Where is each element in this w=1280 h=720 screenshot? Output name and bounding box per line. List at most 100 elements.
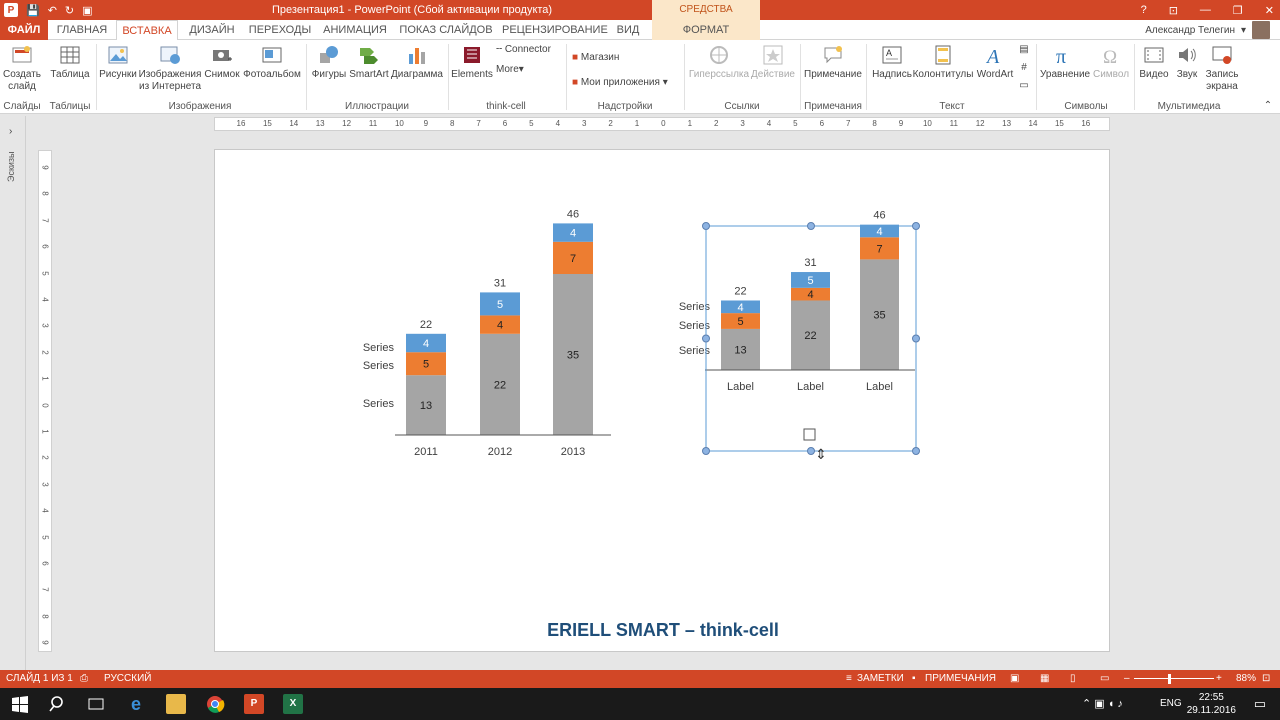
windows-start-icon[interactable] <box>10 694 30 714</box>
more-button[interactable]: More▾ <box>496 64 546 76</box>
ruler-tick-label: 8 <box>40 191 50 197</box>
zoom-out-button[interactable]: – <box>1124 673 1130 684</box>
zoom-in-button[interactable]: + <box>1216 673 1222 684</box>
tab-insert[interactable]: ВСТАВКА <box>116 20 178 41</box>
ruler-tick-label: 1 <box>634 119 640 128</box>
resize-handle[interactable] <box>702 334 710 343</box>
resize-handle[interactable] <box>912 334 920 343</box>
zoom-slider-thumb[interactable] <box>1168 674 1171 684</box>
tab-slideshow[interactable]: ПОКАЗ СЛАЙДОВ <box>396 20 496 40</box>
language-indicator[interactable]: РУССКИЙ <box>104 673 151 684</box>
screenshot-button[interactable]: Снимок <box>202 44 242 81</box>
tab-view[interactable]: ВИД <box>608 20 648 40</box>
tab-transitions[interactable]: ПЕРЕХОДЫ <box>246 20 314 40</box>
object-button[interactable]: ▭ <box>1016 80 1032 92</box>
chrome-icon[interactable] <box>205 694 225 714</box>
notes-button[interactable]: ЗАМЕТКИ <box>857 673 904 684</box>
resize-handle[interactable] <box>807 222 815 230</box>
video-button[interactable]: Видео <box>1136 44 1172 81</box>
vertical-ruler[interactable]: 9 8 7 6 5 4 3 2 1 0 1 2 3 4 5 6 7 8 9 <box>38 150 52 652</box>
slideshow-icon[interactable]: ▣ <box>82 4 92 17</box>
tab-home[interactable]: ГЛАВНАЯ <box>52 20 112 40</box>
textbox-button[interactable]: A Надпись <box>870 44 914 81</box>
clock[interactable]: 22:55 29.11.2016 <box>1187 691 1236 717</box>
slide-counter: СЛАЙД 1 ИЗ 1 <box>6 673 73 684</box>
chart-button[interactable]: Диаграмма <box>390 44 444 81</box>
reading-view-icon[interactable]: ▯ <box>1070 673 1076 684</box>
wordart-button[interactable]: A WordArt <box>974 44 1016 81</box>
svg-text:π: π <box>1056 46 1066 66</box>
undo-icon[interactable]: ↶ <box>48 4 57 17</box>
chart-2-data-label: 7 <box>876 243 882 255</box>
resize-handle[interactable] <box>912 222 920 230</box>
minimize-button[interactable]: — <box>1200 4 1211 16</box>
close-button[interactable]: ✕ <box>1265 4 1274 17</box>
resize-handle[interactable] <box>702 222 710 230</box>
pictures-button[interactable]: Рисунки <box>98 44 138 81</box>
powerpoint-taskbar-icon[interactable]: P <box>244 694 264 714</box>
search-icon[interactable] <box>48 694 68 714</box>
file-explorer-icon[interactable] <box>166 694 186 714</box>
chart-2-data-label: 4 <box>807 289 813 301</box>
tab-design[interactable]: ДИЗАЙН <box>184 20 240 40</box>
tab-animations[interactable]: АНИМАЦИЯ <box>320 20 390 40</box>
new-slide-button[interactable]: Создать слайд <box>2 44 42 93</box>
title-bar: P 💾 ↶ ↻ ▣ Презентация1 - PowerPoint (Сбо… <box>0 0 1280 35</box>
comments-button[interactable]: ПРИМЕЧАНИЯ <box>925 673 996 684</box>
ribbon-display-icon[interactable]: ⊡ <box>1169 4 1178 17</box>
table-button[interactable]: Таблица <box>48 44 92 81</box>
save-icon[interactable]: 💾 <box>26 4 40 17</box>
comment-button[interactable]: Примечание <box>802 44 864 81</box>
tray-icons[interactable]: ⌃ ▣ ◖ ♪ <box>1082 697 1123 710</box>
tab-review[interactable]: РЕЦЕНЗИРОВАНИЕ <box>502 20 608 40</box>
excel-taskbar-icon[interactable]: X <box>283 694 303 714</box>
slideshow-view-icon[interactable]: ▭ <box>1100 673 1109 684</box>
symbol-button[interactable]: Ω Символ <box>1090 44 1132 81</box>
screen-recording-button[interactable]: Запись экрана <box>1202 44 1242 93</box>
elements-button[interactable]: Elements <box>450 44 494 81</box>
task-view-icon[interactable] <box>86 694 106 714</box>
audio-button[interactable]: Звук <box>1172 44 1202 81</box>
slide-footer-title[interactable]: ERIELL SMART – think-cell <box>215 620 1111 641</box>
notifications-icon[interactable]: ▭ <box>1254 696 1266 712</box>
help-icon[interactable]: ? <box>1141 4 1147 16</box>
comment-icon <box>824 46 842 64</box>
shapes-button[interactable]: Фигуры <box>310 44 348 81</box>
restore-button[interactable]: ❐ <box>1233 4 1243 17</box>
zoom-slider[interactable] <box>1134 678 1214 679</box>
fit-slide-icon[interactable]: ⊡ <box>1262 673 1270 684</box>
object-icon: ▭ <box>1019 80 1029 91</box>
my-apps-button[interactable]: ■ Мои приложения ▾ <box>572 77 682 89</box>
photo-album-icon <box>262 47 282 63</box>
equation-button[interactable]: π Уравнение <box>1040 44 1090 81</box>
connector-button[interactable]: ╌ Connector <box>496 44 560 56</box>
divider <box>1134 44 1135 110</box>
header-footer-button[interactable]: Колонтитулы <box>912 44 974 81</box>
online-pictures-button[interactable]: Изображения из Интернета <box>138 44 202 93</box>
user-account[interactable]: Александр Телегин ▾ <box>1145 20 1270 40</box>
hyperlink-button[interactable]: Гиперссылка <box>688 44 750 81</box>
date-time-button[interactable]: ▤ <box>1016 44 1032 56</box>
collapse-ribbon-icon[interactable]: ⌃ <box>1262 100 1274 112</box>
tab-format[interactable]: ФОРМАТ <box>652 20 760 40</box>
resize-handle[interactable] <box>807 447 815 455</box>
zoom-level[interactable]: 88% <box>1236 673 1256 684</box>
notes-icon: ≡ <box>846 673 852 684</box>
resize-handle[interactable] <box>702 447 710 455</box>
store-button[interactable]: ■ Магазин <box>572 52 642 64</box>
action-button[interactable]: Действие <box>750 44 796 81</box>
chart-options-icon[interactable] <box>803 428 816 441</box>
smartart-button[interactable]: SmartArt <box>348 44 390 81</box>
edge-browser-icon[interactable]: e <box>126 694 146 714</box>
slide-number-button[interactable]: # <box>1016 62 1032 74</box>
spellcheck-icon[interactable]: ⎙ <box>80 673 88 684</box>
resize-handle[interactable] <box>912 447 920 455</box>
slide-sorter-icon[interactable]: ▦ <box>1040 673 1049 684</box>
horizontal-ruler[interactable]: 16 15 14 13 12 11 10 9 8 7 6 5 4 3 2 1 0 1 2 3 4 5 6 7 8 9 10 11 12 1… <box>214 117 1110 131</box>
redo-icon[interactable]: ↻ <box>65 4 74 17</box>
normal-view-icon[interactable]: ▣ <box>1010 673 1019 684</box>
slide-canvas[interactable]: 13 5 4 22 2011 22 4 5 31 2012 35 7 4 46 2013 Series Seri… <box>214 149 1110 652</box>
photo-album-button[interactable]: Фотоальбом <box>242 44 302 81</box>
input-language[interactable]: ENG <box>1160 698 1182 709</box>
tab-file[interactable]: ФАЙЛ <box>0 20 48 40</box>
